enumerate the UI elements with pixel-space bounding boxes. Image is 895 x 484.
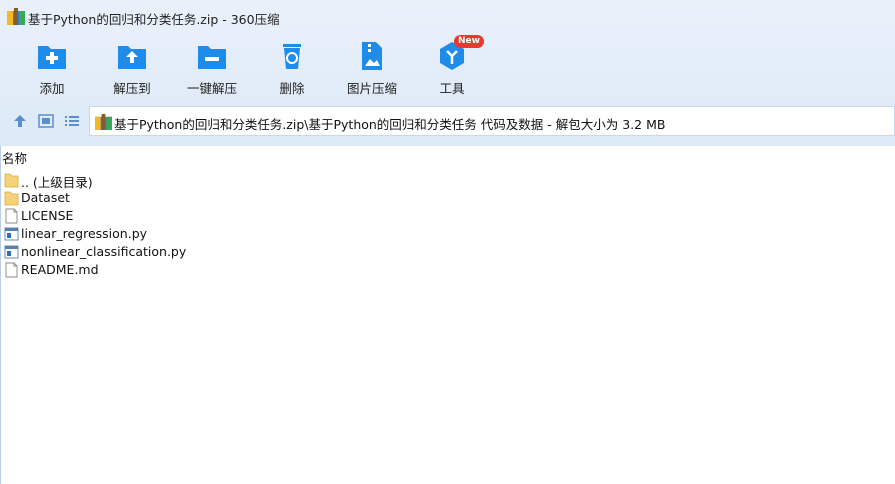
- list-item-readme[interactable]: README.md: [4, 261, 304, 279]
- image-compress-button[interactable]: 图片压缩: [332, 40, 412, 98]
- file-name: Dataset: [21, 190, 70, 205]
- file-name: linear_regression.py: [21, 226, 148, 241]
- folder-icon: [4, 191, 19, 206]
- archive-icon: [95, 114, 112, 130]
- list-item-dataset[interactable]: Dataset: [4, 189, 304, 207]
- file-name: LICENSE: [21, 208, 74, 223]
- list-item-nonlinear-classification[interactable]: nonlinear_classification.py: [4, 243, 304, 261]
- add-label: 添加: [39, 81, 65, 96]
- document-icon: [5, 262, 18, 278]
- tools-button[interactable]: New 工具: [412, 35, 492, 98]
- file-name: nonlinear_classification.py: [21, 244, 187, 259]
- title-bar: 基于Python的回归和分类任务.zip - 360压缩: [0, 0, 895, 34]
- image-compress-label: 图片压缩: [346, 81, 397, 96]
- delete-icon: [283, 44, 301, 69]
- new-badge: New: [454, 35, 484, 48]
- list-item-parent-dir[interactable]: .. (上级目录): [4, 171, 304, 190]
- window-title: 基于Python的回归和分类任务.zip - 360压缩: [28, 12, 280, 27]
- address-bar[interactable]: 基于Python的回归和分类任务.zip\基于Python的回归和分类任务 代码…: [89, 106, 895, 136]
- list-item-license[interactable]: LICENSE: [4, 207, 304, 225]
- python-file-icon: [4, 245, 19, 259]
- delete-button[interactable]: 删除: [252, 40, 332, 98]
- file-name: README.md: [21, 262, 99, 277]
- add-icon: [38, 46, 66, 69]
- file-list: 名称 .. (上级目录) Dataset LICENSE linear_regr…: [0, 146, 895, 484]
- python-file-icon: [4, 227, 19, 241]
- list-item-linear-regression[interactable]: linear_regression.py: [4, 225, 304, 243]
- document-icon: [5, 208, 18, 224]
- address-path: 基于Python的回归和分类任务.zip\基于Python的回归和分类任务 代码…: [114, 117, 666, 132]
- one-click-extract-icon: [198, 46, 226, 69]
- one-click-extract-label: 一键解压: [186, 81, 237, 96]
- left-border: [0, 146, 1, 484]
- extract-to-label: 解压到: [113, 81, 151, 96]
- up-arrow-icon[interactable]: [12, 113, 28, 129]
- extract-to-button[interactable]: 解压到: [92, 40, 172, 98]
- image-compress-icon: [362, 42, 382, 70]
- archive-icon: [7, 8, 25, 25]
- list-view-icon[interactable]: [64, 113, 80, 129]
- navigation-row: 基于Python的回归和分类任务.zip\基于Python的回归和分类任务 代码…: [0, 106, 895, 138]
- toolbar: 添加 解压到 一键解压 删除 图片压缩 New 工具: [0, 34, 895, 98]
- add-button[interactable]: 添加: [12, 40, 92, 98]
- folder-icon: [4, 173, 19, 188]
- thumbnail-view-icon[interactable]: [38, 113, 54, 129]
- column-header-name[interactable]: 名称: [2, 148, 27, 167]
- one-click-extract-button[interactable]: 一键解压: [172, 40, 252, 98]
- tools-label: 工具: [439, 81, 465, 96]
- extract-to-icon: [118, 46, 146, 69]
- delete-label: 删除: [279, 81, 305, 96]
- header: 基于Python的回归和分类任务.zip - 360压缩 添加 解压到 一键解压: [0, 0, 895, 146]
